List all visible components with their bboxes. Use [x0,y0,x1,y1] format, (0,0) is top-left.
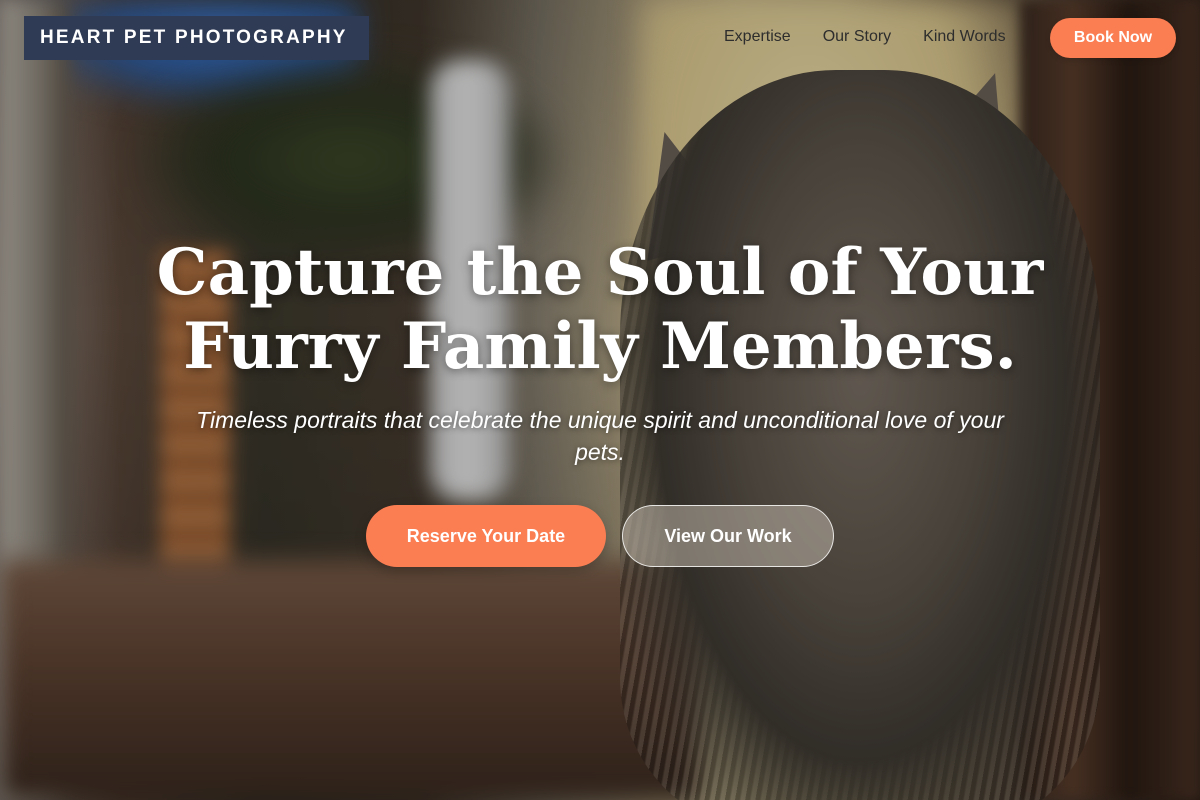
reserve-date-button[interactable]: Reserve Your Date [366,505,606,567]
hero-title: Capture the Soul of Your Furry Family Me… [0,236,1200,384]
nav-link-our-story[interactable]: Our Story [823,28,891,46]
hero-cta-row: Reserve Your Date View Our Work [0,505,1200,567]
hero-title-line-2: Furry Family Members. [183,309,1017,384]
nav-link-expertise[interactable]: Expertise [724,28,791,46]
hero-content: Capture the Soul of Your Furry Family Me… [0,236,1200,468]
brand-logo[interactable]: HEART PET PHOTOGRAPHY [24,16,369,60]
top-navigation: HEART PET PHOTOGRAPHY Expertise Our Stor… [0,0,1200,76]
hero-subtitle: Timeless portraits that celebrate the un… [196,407,1004,465]
hero-section: HEART PET PHOTOGRAPHY Expertise Our Stor… [0,0,1200,800]
book-now-button[interactable]: Book Now [1050,18,1176,58]
nav-links: Expertise Our Story Kind Words [724,28,1006,46]
hero-title-line-1: Capture the Soul of Your [156,235,1044,310]
nav-link-kind-words[interactable]: Kind Words [923,28,1005,46]
view-work-button[interactable]: View Our Work [622,505,834,567]
